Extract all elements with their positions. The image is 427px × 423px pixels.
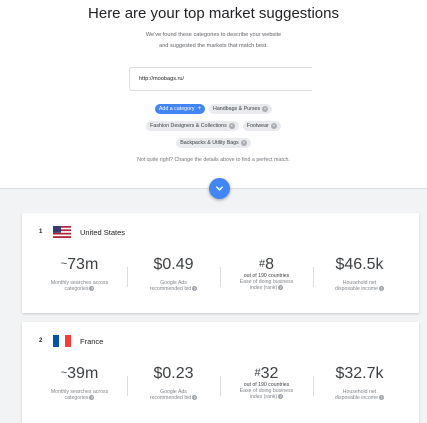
disposable-income-metric: $32.7k Household net disposable income? (313, 365, 406, 401)
metric-label: categories (64, 286, 89, 292)
market-rank: 1 (39, 229, 43, 235)
remove-chip-icon[interactable]: × (228, 123, 235, 129)
category-chip-label: Handbags & Purses (213, 106, 261, 112)
remove-chip-icon[interactable]: × (262, 106, 269, 112)
metric-value: $46.5k (335, 256, 384, 273)
metric-label: recommended bid (149, 286, 192, 292)
ease-of-business-metric: #32 out of 190 countries Ease of doing b… (220, 365, 313, 400)
metric-label: recommended bid (149, 395, 192, 401)
monthly-searches-metric: ~39m Monthly searches across categories? (33, 365, 126, 401)
category-chip-row: Add a category + Handbags & Purses × (0, 104, 427, 114)
subtitle-line: and suggested the markets that match bes… (159, 43, 268, 49)
fr-flag-icon (53, 335, 71, 347)
metric-value: $32.7k (335, 365, 384, 382)
category-chip-row: Fashion Designers & Collections × Footwe… (0, 121, 427, 131)
google-ads-bid-metric: $0.49 Google Ads recommended bid? (127, 256, 220, 292)
us-flag-icon (53, 226, 71, 238)
chevron-down-icon (216, 186, 223, 191)
metric-label: index (rank) (249, 285, 278, 291)
info-icon[interactable]: ? (89, 286, 95, 291)
category-chip-row: Backpacks & Utility Bags × (0, 138, 427, 148)
info-icon[interactable]: ? (278, 285, 284, 290)
country-name: France (80, 337, 104, 346)
metric-label: index (rank) (249, 394, 278, 400)
metric-value: 39m (67, 365, 99, 382)
subtitle-line: We've found these categories to describe… (145, 32, 282, 38)
add-category-button[interactable]: Add a category + (154, 104, 206, 114)
disposable-income-metric: $46.5k Household net disposable income? (313, 256, 406, 292)
metric-value: $0.23 (153, 365, 194, 382)
plus-icon: + (197, 106, 202, 112)
metric-label: disposable income (335, 286, 378, 292)
category-chip: Footwear × (242, 121, 281, 131)
market-card[interactable]: 2 France ~39m Monthly searches across ca… (22, 322, 419, 423)
monthly-searches-metric: ~73m Monthly searches across categories? (33, 256, 126, 292)
category-chip: Backpacks & Utility Bags × (176, 138, 251, 148)
hint-text: Not quite right? Change the details abov… (137, 157, 290, 163)
ease-of-business-metric: #8 out of 190 countries Ease of doing bu… (220, 256, 313, 291)
info-icon[interactable]: ? (378, 395, 384, 400)
page-subtitle: We've found these categories to describe… (60, 30, 367, 52)
category-chip-label: Footwear (246, 123, 269, 129)
remove-chip-icon[interactable]: × (240, 140, 247, 146)
category-chip: Fashion Designers & Collections × (146, 121, 239, 131)
search-section: Here are your top market suggestions We'… (0, 0, 427, 188)
market-rank: 2 (39, 338, 43, 344)
metric-value: $0.49 (153, 256, 194, 273)
results-section: 1 United States ~73m Monthly searches ac… (0, 188, 427, 423)
info-icon[interactable]: ? (192, 395, 198, 400)
info-icon[interactable]: ? (278, 394, 284, 399)
expand-results-button[interactable] (209, 178, 230, 199)
market-card[interactable]: 1 United States ~73m Monthly searches ac… (22, 213, 419, 313)
remove-chip-icon[interactable]: × (270, 123, 277, 129)
metric-label: categories (64, 395, 89, 401)
metric-value: 73m (67, 256, 99, 273)
google-ads-bid-metric: $0.23 Google Ads recommended bid? (127, 365, 220, 401)
info-icon[interactable]: ? (89, 395, 95, 400)
website-url-input[interactable] (129, 67, 312, 91)
page-title: Here are your top market suggestions (88, 5, 339, 22)
info-icon[interactable]: ? (192, 286, 198, 291)
metric-value: 32 (260, 365, 279, 382)
add-category-label: Add a category (158, 106, 195, 112)
country-name: United States (80, 228, 126, 237)
info-icon[interactable]: ? (378, 286, 384, 291)
metric-value: 8 (265, 256, 275, 273)
category-chip-label: Backpacks & Utility Bags (180, 140, 239, 146)
category-chip: Handbags & Purses × (209, 104, 273, 114)
category-chip-label: Fashion Designers & Collections (150, 123, 227, 129)
metric-label: disposable income (335, 395, 378, 401)
